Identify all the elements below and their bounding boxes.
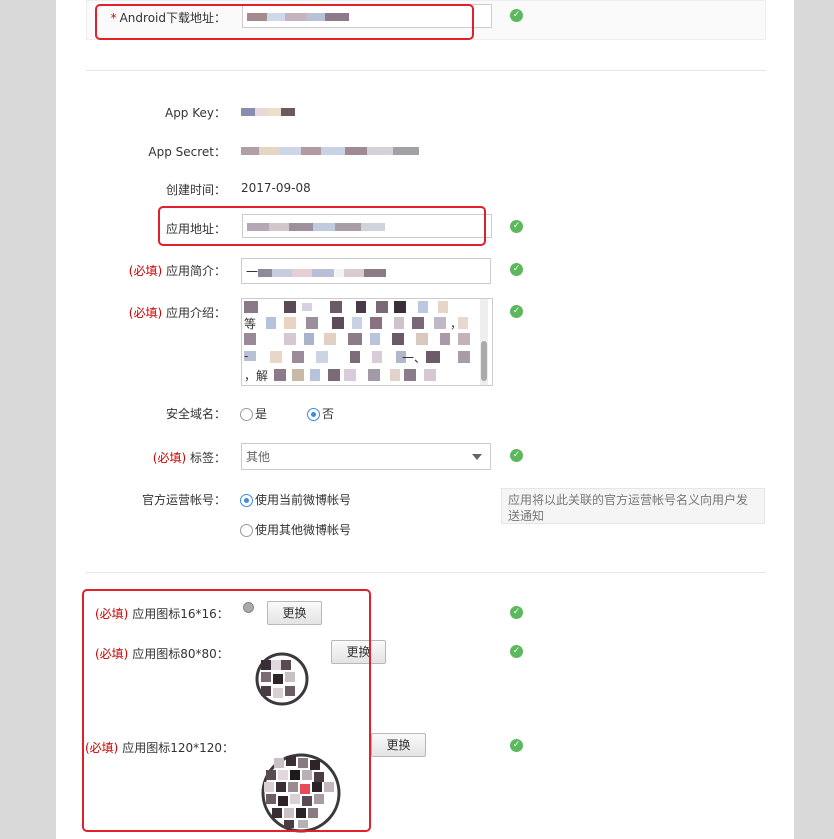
icon80-check-icon: ✓ [510,645,523,658]
summary-check-icon: ✓ [510,263,523,276]
android-url-check-icon: ✓ [510,9,523,22]
icon16-check-icon: ✓ [510,606,523,619]
description-fragment: ， [450,317,463,331]
radio-selected-icon[interactable] [307,408,320,421]
radio-selected-icon[interactable] [240,494,253,507]
app-key-value [241,104,295,118]
highlight-box-android [95,4,474,40]
secure-domain-label: 安全域名： [165,407,226,421]
created-value: 2017-09-08 [241,181,311,195]
highlight-box-icons [82,589,371,832]
tag-select[interactable]: 其他 [241,443,491,470]
description-scrollbar[interactable] [480,299,488,385]
description-fragment: - [244,349,249,363]
highlight-box-app-url [158,206,486,246]
description-fragment: 等 [244,317,257,331]
official-account-label: 官方运营帐号： [141,493,226,507]
secure-domain-no[interactable]: 否 [307,405,334,422]
official-account-other[interactable]: 使用其他微博帐号 [240,521,351,538]
radio-icon[interactable] [240,524,253,537]
official-account-tip: 应用将以此关联的官方运营帐号名义向用户发送通知 [501,488,765,524]
description-check-icon: ✓ [510,305,523,318]
description-fragment: 、 [414,351,427,365]
official-account-current[interactable]: 使用当前微博帐号 [240,491,351,508]
created-label: 创建时间： [165,183,226,197]
app-url-check-icon: ✓ [510,220,523,233]
description-blurred-text [244,301,470,381]
radio-icon[interactable] [240,408,253,421]
tag-label: (必填) 标签： [152,451,226,465]
secure-domain-yes[interactable]: 是 [240,405,267,422]
summary-input[interactable]: 一 [241,258,491,284]
app-secret-value [241,143,419,157]
summary-label: (必填) 应用简介： [128,264,226,278]
app-key-label: App Key： [164,106,226,120]
tag-check-icon: ✓ [510,449,523,462]
description-textarea[interactable]: 等 ，解 一 - 、 ， [241,298,493,386]
app-info-form: * Android下载地址： ✓ App Key： App Secret： 创建时… [56,0,794,839]
divider [86,70,766,71]
description-fragment: 一 [402,351,415,365]
description-label: (必填) 应用介绍： [128,306,226,320]
icon120-check-icon: ✓ [510,739,523,752]
description-scroll-thumb[interactable] [481,341,487,381]
description-fragment: ，解 [244,369,269,383]
divider [86,572,766,573]
app-secret-label: App Secret： [148,145,226,159]
caret-down-icon [472,454,482,460]
icon120-change-button[interactable]: 更换 [371,733,426,757]
